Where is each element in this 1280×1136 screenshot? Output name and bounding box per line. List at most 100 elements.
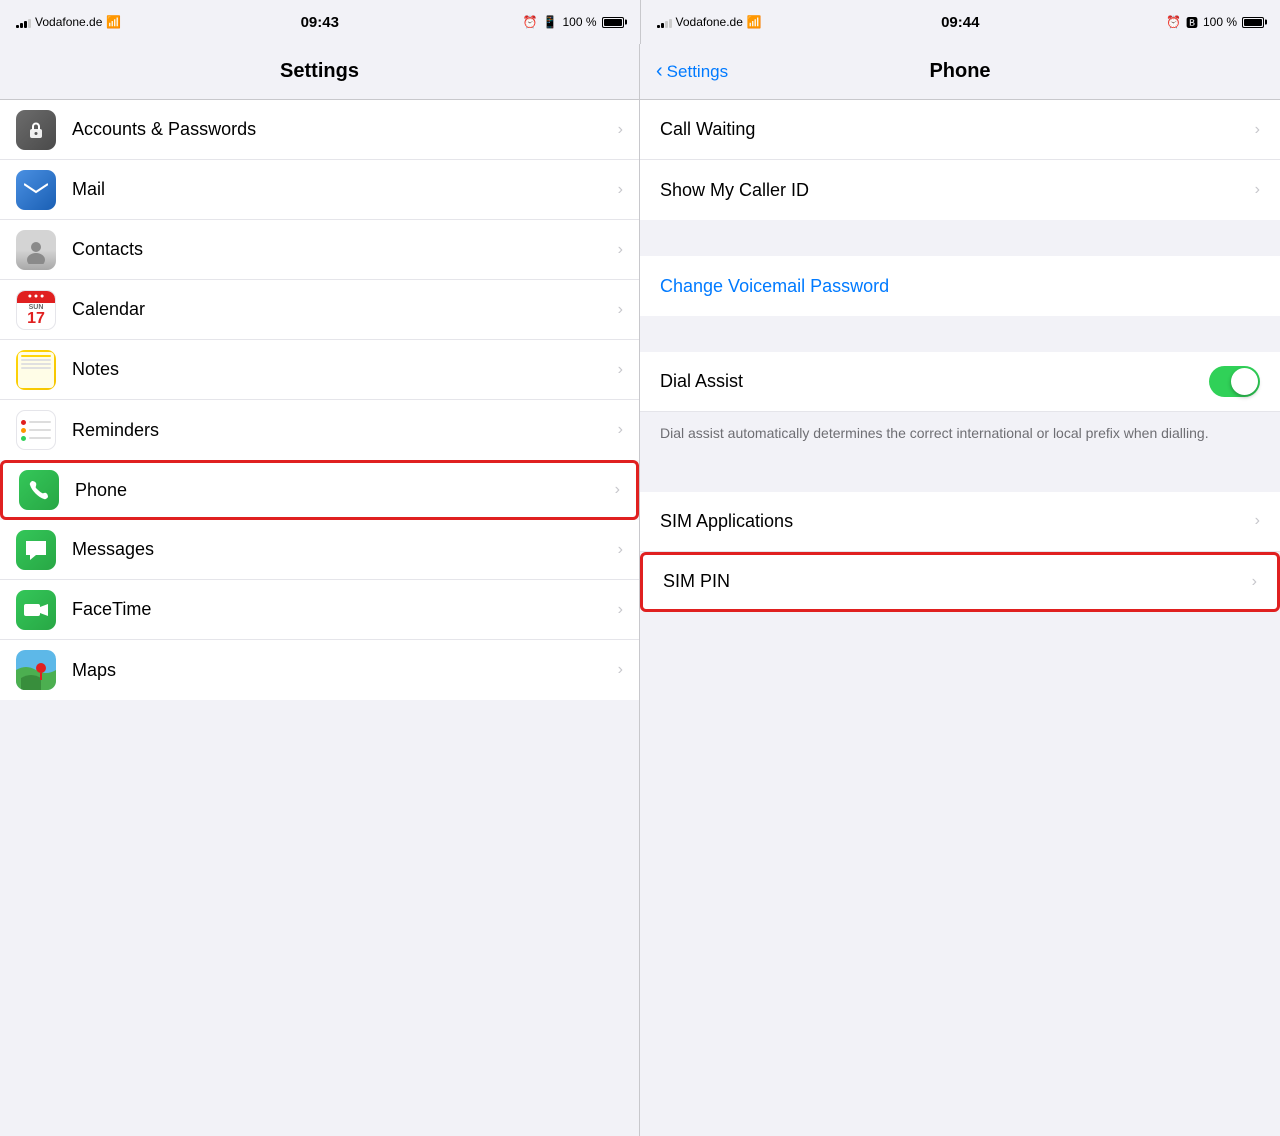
- right-item-call-waiting[interactable]: Call Waiting ›: [640, 100, 1280, 160]
- dial-assist-toggle[interactable]: [1209, 366, 1260, 397]
- accounts-passwords-chevron: ›: [618, 121, 623, 139]
- right-panel-header: ‹ Settings Phone: [640, 44, 1280, 100]
- change-voicemail-label: Change Voicemail Password: [660, 276, 1260, 297]
- sidebar-item-accounts-passwords[interactable]: Accounts & Passwords ›: [0, 100, 639, 160]
- section-gap-3: [640, 456, 1280, 492]
- right-carrier: Vodafone.de: [676, 15, 743, 29]
- screens: Settings Accounts & Passwords ›: [0, 44, 1280, 1136]
- section-1: Call Waiting › Show My Caller ID ›: [640, 100, 1280, 220]
- mail-chevron: ›: [618, 181, 623, 199]
- mail-label: Mail: [72, 179, 618, 200]
- contacts-chevron: ›: [618, 241, 623, 259]
- messages-chevron: ›: [618, 541, 623, 559]
- sim-applications-label: SIM Applications: [660, 511, 1255, 532]
- notes-label: Notes: [72, 359, 618, 380]
- reminders-icon: [16, 410, 56, 450]
- facetime-icon: [16, 590, 56, 630]
- right-settings-list: Call Waiting › Show My Caller ID › Chang…: [640, 100, 1280, 1136]
- right-battery-pct: 100 %: [1203, 15, 1237, 29]
- contacts-icon: [16, 230, 56, 270]
- calendar-icon: ● ● ● SUN 17: [16, 290, 56, 330]
- right-bluetooth-icon: 🅱: [1186, 14, 1198, 31]
- right-time: 09:44: [941, 14, 979, 31]
- settings-list: Accounts & Passwords › Mail ›: [0, 100, 639, 1136]
- show-caller-id-chevron: ›: [1255, 181, 1260, 199]
- accounts-passwords-icon: [16, 110, 56, 150]
- facetime-label: FaceTime: [72, 599, 618, 620]
- reminders-chevron: ›: [618, 421, 623, 439]
- toggle-knob: [1231, 368, 1258, 395]
- left-time: 09:43: [301, 14, 339, 31]
- sidebar-item-contacts[interactable]: Contacts ›: [0, 220, 639, 280]
- right-panel-title: Phone: [929, 60, 990, 83]
- settings-group-1: Accounts & Passwords › Mail ›: [0, 100, 639, 460]
- back-chevron-icon: ‹: [656, 60, 663, 83]
- left-carrier: Vodafone.de: [35, 15, 102, 29]
- sim-pin-chevron: ›: [1252, 573, 1257, 591]
- right-item-sim-pin[interactable]: SIM PIN ›: [640, 552, 1280, 612]
- left-status-right: ⏰ 📱 100 %: [523, 15, 624, 29]
- sidebar-item-mail[interactable]: Mail ›: [0, 160, 639, 220]
- notes-chevron: ›: [618, 361, 623, 379]
- section-gap-2: [640, 316, 1280, 352]
- left-panel: Settings Accounts & Passwords ›: [0, 44, 640, 1136]
- section-gap-1: [640, 220, 1280, 256]
- sidebar-item-notes[interactable]: Notes ›: [0, 340, 639, 400]
- section-4: SIM Applications › SIM PIN ›: [640, 492, 1280, 612]
- call-waiting-label: Call Waiting: [660, 119, 1255, 140]
- sim-pin-label: SIM PIN: [663, 571, 1252, 592]
- right-alarm-icon: ⏰: [1166, 15, 1181, 29]
- back-button[interactable]: ‹ Settings: [656, 60, 728, 83]
- left-status-bar: Vodafone.de 📶 09:43 ⏰ 📱 100 %: [0, 0, 640, 44]
- sidebar-item-maps[interactable]: Maps ›: [0, 640, 639, 700]
- accounts-passwords-label: Accounts & Passwords: [72, 119, 618, 140]
- left-wifi-icon: 📶: [106, 15, 121, 29]
- right-panel: ‹ Settings Phone Call Waiting › Show My …: [640, 44, 1280, 1136]
- right-signal-icon: [657, 16, 672, 28]
- facetime-chevron: ›: [618, 601, 623, 619]
- left-panel-title: Settings: [280, 60, 359, 83]
- maps-chevron: ›: [618, 661, 623, 679]
- right-status-right: ⏰ 🅱 100 %: [1166, 14, 1264, 31]
- section-3: Dial Assist Dial assist automatically de…: [640, 352, 1280, 456]
- mail-icon: [16, 170, 56, 210]
- sim-applications-chevron: ›: [1255, 512, 1260, 530]
- right-item-change-voicemail[interactable]: Change Voicemail Password: [640, 256, 1280, 316]
- show-caller-id-label: Show My Caller ID: [660, 180, 1255, 201]
- call-waiting-chevron: ›: [1255, 121, 1260, 139]
- reminders-label: Reminders: [72, 420, 618, 441]
- dial-assist-description: Dial assist automatically determines the…: [640, 412, 1280, 456]
- sidebar-item-facetime[interactable]: FaceTime ›: [0, 580, 639, 640]
- left-alarm-icon: ⏰: [523, 15, 538, 29]
- phone-icon: [19, 470, 59, 510]
- right-item-dial-assist[interactable]: Dial Assist: [640, 352, 1280, 412]
- phone-chevron: ›: [615, 481, 620, 499]
- phone-label: Phone: [75, 480, 615, 501]
- left-panel-header: Settings: [0, 44, 639, 100]
- messages-icon: [16, 530, 56, 570]
- signal-icon: [16, 16, 31, 28]
- sidebar-item-phone[interactable]: Phone ›: [0, 460, 639, 520]
- section-2: Change Voicemail Password: [640, 256, 1280, 316]
- back-label: Settings: [667, 62, 728, 82]
- left-battery-icon: [602, 17, 624, 28]
- contacts-label: Contacts: [72, 239, 618, 260]
- maps-label: Maps: [72, 660, 618, 681]
- sidebar-item-messages[interactable]: Messages ›: [0, 520, 639, 580]
- right-item-show-caller-id[interactable]: Show My Caller ID ›: [640, 160, 1280, 220]
- sidebar-item-reminders[interactable]: Reminders ›: [0, 400, 639, 460]
- left-bluetooth-icon: 📱: [543, 15, 558, 29]
- left-carrier-signal: Vodafone.de 📶: [16, 15, 121, 29]
- calendar-label: Calendar: [72, 299, 618, 320]
- status-bars: Vodafone.de 📶 09:43 ⏰ 📱 100 % Vodafone.d…: [0, 0, 1280, 44]
- right-wifi-icon: 📶: [747, 15, 762, 29]
- right-carrier-signal: Vodafone.de 📶: [657, 15, 762, 29]
- dial-assist-label: Dial Assist: [660, 371, 1209, 392]
- left-battery-pct: 100 %: [562, 15, 596, 29]
- right-battery-icon: [1242, 17, 1264, 28]
- notes-icon: [16, 350, 56, 390]
- right-item-sim-applications[interactable]: SIM Applications ›: [640, 492, 1280, 552]
- messages-label: Messages: [72, 539, 618, 560]
- maps-icon: [16, 650, 56, 690]
- sidebar-item-calendar[interactable]: ● ● ● SUN 17 Calendar ›: [0, 280, 639, 340]
